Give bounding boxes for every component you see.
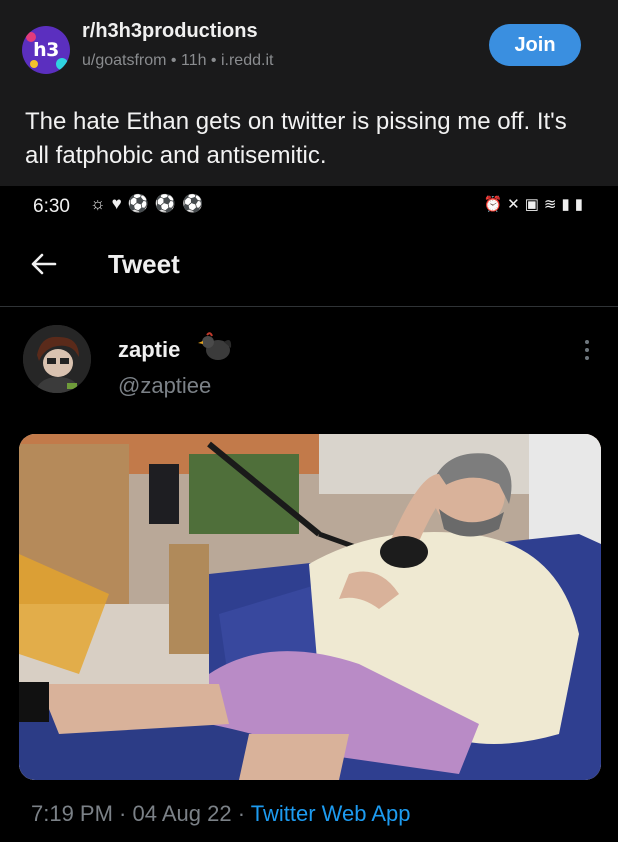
- battery-icon: ▮: [574, 196, 588, 213]
- tweet-date: 7:19 PM · 04 Aug 22 ·: [31, 801, 251, 826]
- weather-icon: ☼: [90, 194, 112, 213]
- tweet-timestamp: 7:19 PM · 04 Aug 22 · Twitter Web App: [31, 801, 411, 827]
- post-title[interactable]: The hate Ethan gets on twitter is pissin…: [25, 105, 585, 173]
- more-options-icon[interactable]: [582, 338, 592, 362]
- bird-emoji-icon: [198, 332, 234, 364]
- subreddit-avatar[interactable]: h3: [22, 26, 70, 74]
- tweet-header-bar: Tweet: [0, 228, 618, 307]
- wifi-icon: ≋: [543, 196, 562, 213]
- back-arrow-icon[interactable]: [28, 248, 60, 280]
- system-icons: ⏰✕▣≋▮▮: [483, 195, 588, 213]
- user-handle[interactable]: @zaptiee: [118, 373, 211, 399]
- status-time: 6:30: [33, 196, 70, 217]
- avatar[interactable]: [23, 325, 91, 393]
- post-meta: u/goatsfrom • 11h • i.redd.it: [82, 52, 274, 69]
- subreddit-logo: h3: [33, 39, 59, 61]
- lock-icon: ▣: [524, 196, 544, 213]
- alarm-icon: ⏰: [483, 196, 508, 213]
- display-name[interactable]: zaptie: [118, 337, 180, 363]
- reddit-post-header: h3 r/h3h3productions u/goatsfrom • 11h •…: [0, 0, 618, 186]
- page-title: Tweet: [108, 249, 180, 279]
- heart-icon: ♥: [111, 194, 128, 213]
- mute-icon: ✕: [507, 196, 525, 213]
- signal-icon: ▮: [561, 196, 575, 213]
- ball-icon: ⚽: [154, 194, 183, 213]
- status-bar: 6:30 ☼♥⚽⚽⚽ ⏰✕▣≋▮▮: [0, 186, 618, 228]
- ball-icon: ⚽: [127, 194, 155, 213]
- ball-icon: ⚽: [182, 194, 210, 213]
- subreddit-name[interactable]: r/h3h3productions: [82, 20, 258, 43]
- tweet-photo[interactable]: [19, 434, 601, 780]
- join-button[interactable]: Join: [489, 24, 581, 66]
- tweet-source-link[interactable]: Twitter Web App: [251, 801, 411, 826]
- notification-icons: ☼♥⚽⚽⚽: [90, 194, 209, 214]
